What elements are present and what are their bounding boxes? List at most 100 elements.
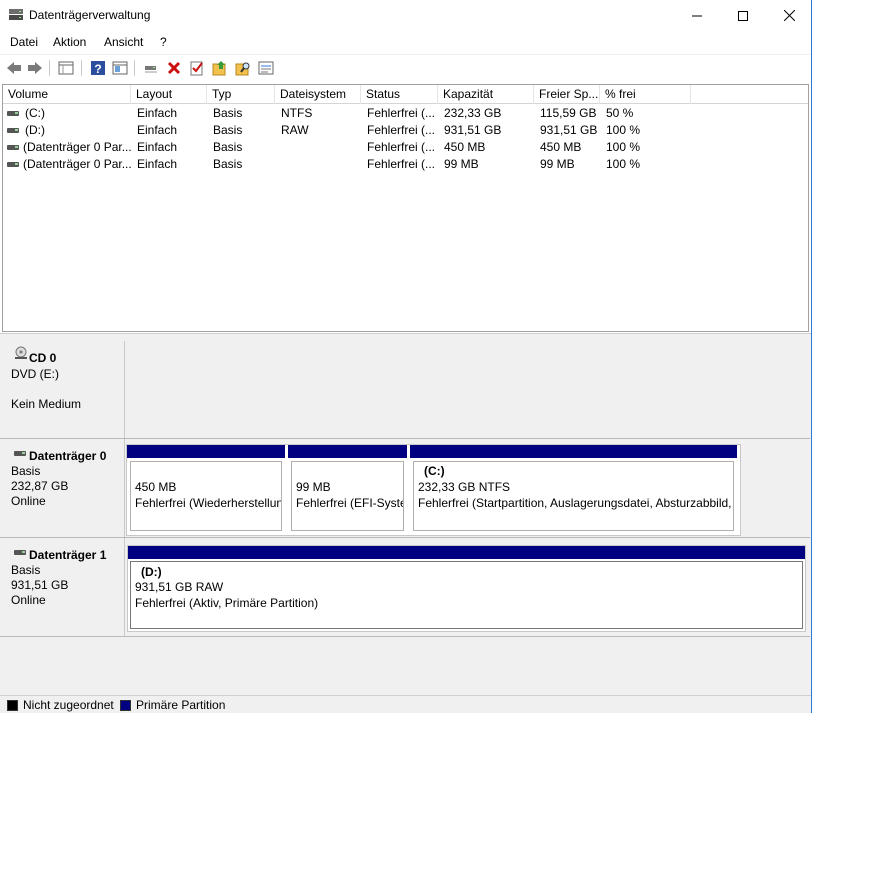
cell-typ: Basis <box>213 157 243 171</box>
forward-button[interactable] <box>25 58 45 78</box>
disk-label-0[interactable]: Datenträger 0 Basis 232,87 GB Online <box>3 439 125 537</box>
close-button[interactable] <box>766 0 811 31</box>
partition-bar <box>128 546 805 559</box>
cell-dateisystem: NTFS <box>281 106 313 120</box>
drive-icon <box>7 145 19 150</box>
column-header-volume[interactable]: Volume <box>3 85 131 104</box>
partition-title: (C:) <box>424 464 445 478</box>
partition-body: (C:) 232,33 GB NTFS Fehlerfrei (Startpar… <box>413 461 734 531</box>
cell-freier-speicher: 450 MB <box>540 140 582 154</box>
disk-name: Datenträger 0 <box>29 449 107 463</box>
disk-media-status: Kein Medium <box>11 397 82 411</box>
partition-bar <box>127 445 285 458</box>
app-window: Datenträgerverwaltung Datei Aktion Ansic… <box>0 0 812 713</box>
disk-size: 931,51 GB <box>11 578 69 592</box>
settings-list-icon <box>258 61 274 75</box>
partition-title: (D:) <box>141 565 162 579</box>
cell-layout: Einfach <box>137 157 178 171</box>
partition-status: Fehlerfrei (EFI-Syster <box>296 496 404 510</box>
help-icon: ? <box>91 61 105 76</box>
cell-layout: Einfach <box>137 123 178 137</box>
menu-ansicht[interactable]: Ansicht <box>104 35 143 49</box>
folder-up-button[interactable] <box>210 58 230 78</box>
menu-help[interactable]: ? <box>160 35 167 49</box>
cell-prozent-frei: 100 % <box>606 157 641 171</box>
legend-swatch-unallocated <box>7 700 18 711</box>
cell-volume: (C:) <box>25 106 45 120</box>
column-header-kapazitaet[interactable]: Kapazität <box>438 85 534 104</box>
disk-name: Datenträger 1 <box>29 548 107 562</box>
maximize-button[interactable] <box>720 0 766 31</box>
disk-state: Online <box>11 593 46 607</box>
cell-freier-speicher: 931,51 GB <box>540 123 598 137</box>
column-header-dateisystem[interactable]: Dateisystem <box>275 85 361 104</box>
minimize-button[interactable] <box>674 0 720 31</box>
folder-search-button[interactable] <box>233 58 253 78</box>
cell-volume: (Datenträger 0 Par... <box>23 140 131 154</box>
legend: Nicht zugeordnet Primäre Partition <box>0 695 811 713</box>
disk-type: Basis <box>11 563 41 577</box>
partition-body: 99 MB Fehlerfrei (EFI-Syster <box>291 461 404 531</box>
disk-name: CD 0 <box>29 351 57 365</box>
partition-recovery[interactable]: 450 MB Fehlerfrei (Wiederherstellun <box>127 445 285 534</box>
disk-drive-label: DVD (E:) <box>11 367 59 381</box>
table-row[interactable]: (Datenträger 0 Par... Einfach Basis Fehl… <box>3 139 808 156</box>
partition-size: 931,51 GB RAW <box>135 580 224 594</box>
partition-size: 99 MB <box>296 480 331 494</box>
window-title: Datenträgerverwaltung <box>29 8 151 22</box>
menu-aktion[interactable]: Aktion <box>53 35 86 49</box>
cd-drive-icon <box>14 346 28 363</box>
cell-kapazitaet: 931,51 GB <box>444 123 502 137</box>
cell-kapazitaet: 99 MB <box>444 157 479 171</box>
disk-label-1[interactable]: Datenträger 1 Basis 931,51 GB Online <box>3 538 125 636</box>
disk-graphical-view: CD 0 DVD (E:) Kein Medium Datenträger 0 … <box>0 338 811 695</box>
back-button[interactable] <box>4 58 24 78</box>
disk-state: Online <box>11 494 46 508</box>
cell-prozent-frei: 100 % <box>606 140 641 154</box>
column-header-prozent-frei[interactable]: % frei <box>600 85 691 104</box>
title-bar[interactable]: Datenträgerverwaltung <box>0 0 811 31</box>
column-header-freier-speicher[interactable]: Freier Sp... <box>534 85 600 104</box>
legend-primary: Primäre Partition <box>136 698 226 712</box>
disk-list-button[interactable] <box>56 58 76 78</box>
settings-list-button[interactable] <box>256 58 276 78</box>
cell-typ: Basis <box>213 106 243 120</box>
delete-button[interactable] <box>164 58 184 78</box>
partition-bar <box>410 445 737 458</box>
cell-volume: (D:) <box>25 123 45 137</box>
cell-status: Fehlerfrei (... <box>367 140 436 154</box>
disk-management-app-icon <box>8 8 24 25</box>
partition-d[interactable]: (D:) 931,51 GB RAW Fehlerfrei (Aktiv, Pr… <box>127 545 806 632</box>
column-header-typ[interactable]: Typ <box>207 85 275 104</box>
column-header-layout[interactable]: Layout <box>131 85 207 104</box>
cell-typ: Basis <box>213 123 243 137</box>
check-button[interactable] <box>187 58 207 78</box>
properties-button[interactable] <box>110 58 130 78</box>
table-row[interactable]: (Datenträger 0 Par... Einfach Basis Fehl… <box>3 156 808 173</box>
legend-swatch-primary <box>120 700 131 711</box>
folder-up-icon <box>212 61 226 76</box>
forward-icon <box>28 62 42 74</box>
cell-kapazitaet: 232,33 GB <box>444 106 502 120</box>
volume-list[interactable]: Volume Layout Typ Dateisystem Status Kap… <box>2 84 809 332</box>
cell-dateisystem: RAW <box>281 123 309 137</box>
cell-status: Fehlerfrei (... <box>367 123 436 137</box>
cell-freier-speicher: 99 MB <box>540 157 575 171</box>
partition-c[interactable]: (C:) 232,33 GB NTFS Fehlerfrei (Startpar… <box>410 445 737 534</box>
cell-status: Fehlerfrei (... <box>367 157 436 171</box>
connect-button[interactable] <box>141 58 161 78</box>
column-header-status[interactable]: Status <box>361 85 438 104</box>
menu-bar: Datei Aktion Ansicht ? <box>0 31 811 53</box>
menu-datei[interactable]: Datei <box>10 35 38 49</box>
back-icon <box>7 62 21 74</box>
disk-label-cd0[interactable]: CD 0 DVD (E:) Kein Medium <box>3 341 125 438</box>
partition-body: (D:) 931,51 GB RAW Fehlerfrei (Aktiv, Pr… <box>130 561 803 629</box>
drive-icon <box>7 162 19 167</box>
delete-icon <box>167 61 181 75</box>
partition-efi[interactable]: 99 MB Fehlerfrei (EFI-Syster <box>288 445 407 534</box>
disk-icon <box>14 550 26 555</box>
cell-kapazitaet: 450 MB <box>444 140 486 154</box>
table-row[interactable]: (D:) Einfach Basis RAW Fehlerfrei (... 9… <box>3 122 808 139</box>
table-row[interactable]: (C:) Einfach Basis NTFS Fehlerfrei (... … <box>3 105 808 122</box>
help-button[interactable]: ? <box>88 58 108 78</box>
